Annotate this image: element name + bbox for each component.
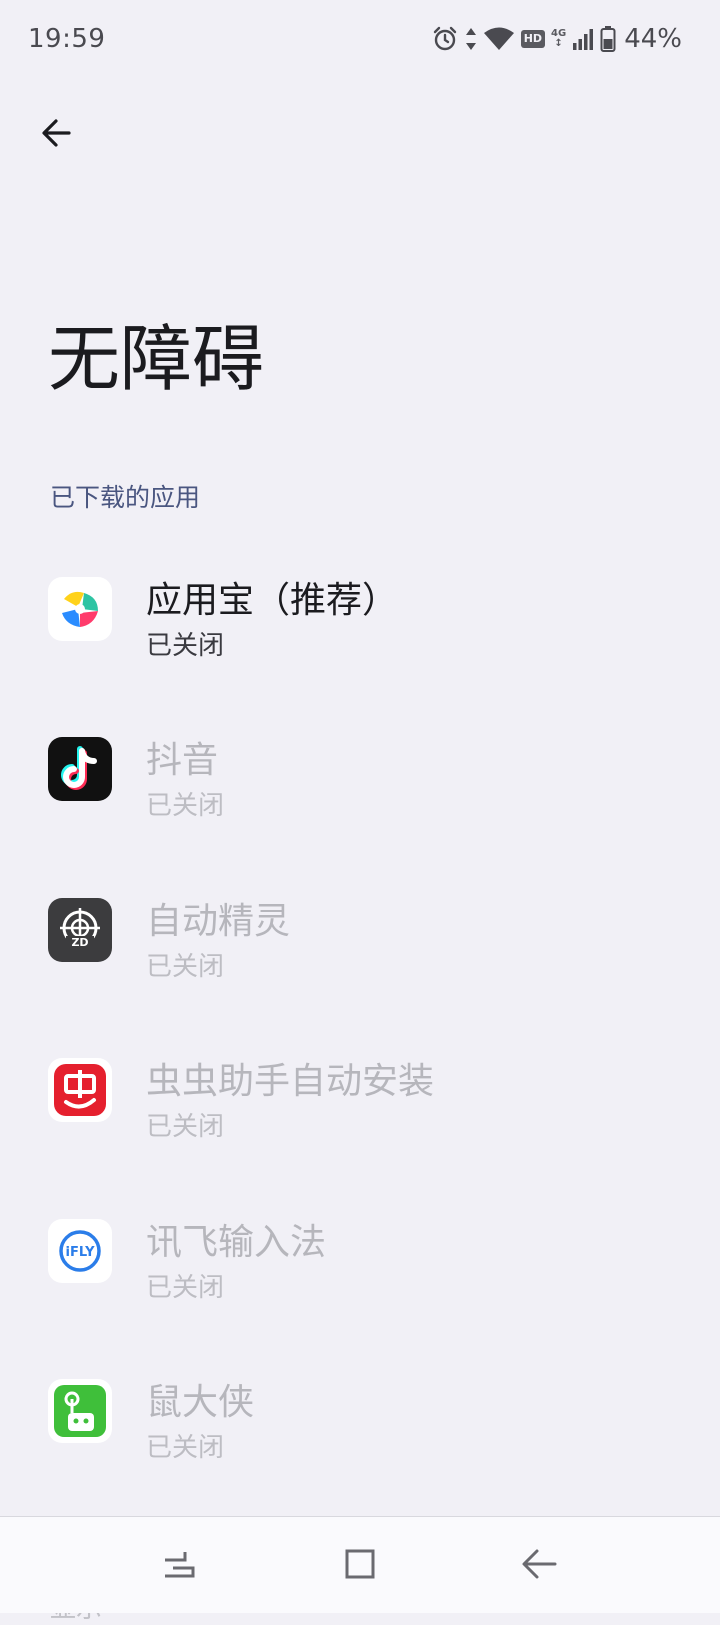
- app-name: 自动精灵: [146, 901, 291, 942]
- app-name: 虫虫助手自动安装: [146, 1061, 435, 1102]
- list-item-shudaxia[interactable]: 鼠大侠 已关闭: [0, 1355, 720, 1485]
- app-name: 鼠大侠: [146, 1382, 255, 1423]
- data-arrows-icon: [465, 26, 477, 52]
- hd-badge: HD: [520, 30, 546, 48]
- shudaxia-icon: [48, 1379, 112, 1443]
- svg-text:ZD: ZD: [71, 936, 88, 949]
- app-status: 已关闭: [146, 1112, 225, 1142]
- status-icons: HD 4G ↕ 44%: [431, 22, 682, 56]
- app-status: 已关闭: [146, 952, 225, 982]
- ifly-icon: iFLY: [48, 1219, 112, 1283]
- home-button[interactable]: [333, 1539, 387, 1593]
- app-status: 已关闭: [146, 631, 225, 661]
- navigation-bar: [0, 1516, 720, 1613]
- yingyongbao-icon: [48, 577, 112, 641]
- list-item-ifly[interactable]: iFLY 讯飞输入法 已关闭: [0, 1195, 720, 1325]
- app-status: 已关闭: [146, 791, 225, 821]
- list-item-zidongjingling[interactable]: ZD 自动精灵 已关闭: [0, 874, 720, 1004]
- list-item-douyin[interactable]: 抖音 已关闭: [0, 713, 720, 843]
- status-time: 19:59: [28, 24, 106, 54]
- svg-text:iFLY: iFLY: [65, 1245, 95, 1260]
- recents-icon: [159, 1546, 199, 1586]
- app-name: 讯飞输入法: [146, 1222, 327, 1263]
- list-item-yingyongbao[interactable]: 应用宝（推荐） 已关闭: [0, 553, 720, 683]
- back-arrow-button[interactable]: [30, 108, 84, 162]
- douyin-icon: [48, 737, 112, 801]
- app-name: 抖音: [146, 740, 219, 781]
- network-type: 4G ↕: [551, 28, 567, 49]
- battery-icon: [600, 25, 616, 53]
- arrow-left-icon: [39, 115, 75, 155]
- app-name: 应用宝（推荐）: [146, 580, 399, 621]
- status-bar: 19:59 HD 4G ↕ 44%: [0, 0, 720, 82]
- app-status: 已关闭: [146, 1433, 225, 1463]
- recents-button[interactable]: [152, 1539, 206, 1593]
- battery-percent: 44%: [624, 24, 682, 54]
- signal-icon: [572, 27, 594, 51]
- wifi-icon: [483, 26, 515, 52]
- back-arrow-icon: [519, 1546, 559, 1586]
- list-item-chongchong[interactable]: 虫虫助手自动安装 已关闭: [0, 1034, 720, 1164]
- app-status: 已关闭: [146, 1273, 225, 1303]
- square-icon: [342, 1546, 378, 1586]
- zidongjingling-icon: ZD: [48, 898, 112, 962]
- section-header-downloaded-apps: 已下载的应用: [50, 483, 201, 512]
- system-back-button[interactable]: [512, 1539, 566, 1593]
- page-title: 无障碍: [48, 317, 265, 401]
- chongchong-icon: [48, 1058, 112, 1122]
- alarm-icon: [431, 25, 459, 53]
